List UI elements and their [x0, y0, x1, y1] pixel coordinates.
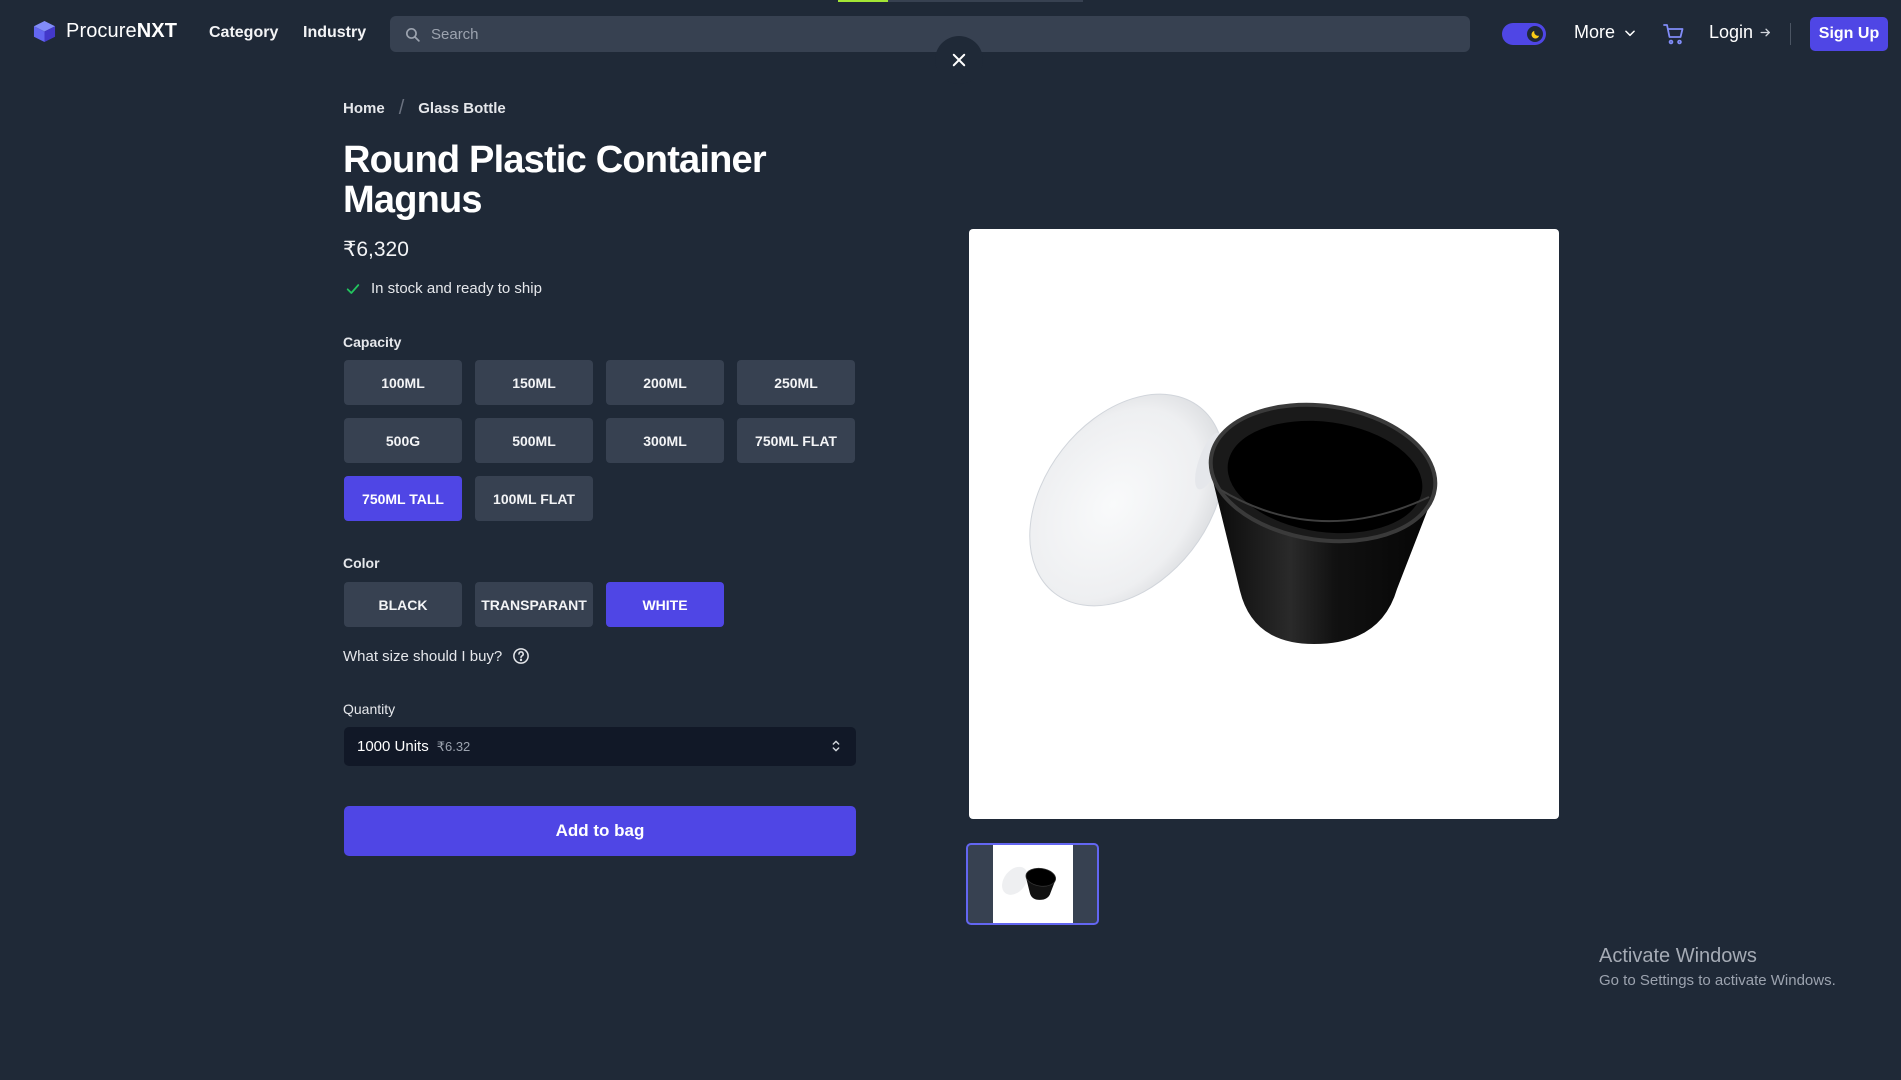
logo-cube-icon: [33, 20, 56, 43]
brand-name: ProcureNXT: [66, 20, 178, 42]
search-icon: [405, 27, 420, 42]
login-link[interactable]: Login: [1709, 22, 1772, 43]
color-label: Color: [343, 555, 380, 571]
color-option-black[interactable]: BLACK: [344, 582, 462, 627]
size-guide-link[interactable]: What size should I buy?: [343, 647, 530, 665]
windows-activation-watermark: Activate Windows Go to Settings to activ…: [1599, 945, 1836, 989]
toggle-knob: [1527, 26, 1543, 42]
capacity-option-100ml[interactable]: 100ML: [344, 360, 462, 405]
search-placeholder: Search: [431, 25, 479, 43]
cart-button[interactable]: [1662, 22, 1686, 51]
add-to-bag-button[interactable]: Add to bag: [344, 806, 856, 856]
brand-logo[interactable]: ProcureNXT: [33, 20, 177, 43]
watermark-title: Activate Windows: [1599, 945, 1757, 967]
color-options: BLACK TRANSPARANT WHITE: [344, 582, 855, 627]
breadcrumb-home[interactable]: Home: [343, 100, 385, 117]
signup-button[interactable]: Sign Up: [1810, 17, 1888, 51]
capacity-option-750ml-flat[interactable]: 750ML FLAT: [737, 418, 855, 463]
product-main-image: [969, 229, 1559, 819]
close-icon: [952, 53, 966, 67]
quantity-select[interactable]: 1000 Units ₹6.32: [344, 727, 856, 766]
quantity-label: Quantity: [343, 701, 396, 717]
check-icon: [346, 283, 360, 294]
stock-status: In stock and ready to ship: [345, 280, 542, 297]
capacity-label: Capacity: [343, 334, 402, 350]
chevron-updown-icon: [832, 740, 840, 752]
thumbnail-image: [993, 845, 1073, 923]
capacity-option-300ml[interactable]: 300ML: [606, 418, 724, 463]
help-circle-icon: [513, 648, 530, 664]
product-title: Round Plastic Container Magnus: [343, 139, 767, 221]
capacity-option-200ml[interactable]: 200ML: [606, 360, 724, 405]
stock-status-text: In stock and ready to ship: [371, 280, 542, 297]
color-option-transparant[interactable]: TRANSPARANT: [475, 582, 593, 627]
capacity-option-150ml[interactable]: 150ML: [475, 360, 593, 405]
product-price: ₹6,320: [343, 238, 409, 261]
product-thumbnail[interactable]: [966, 843, 1099, 925]
capacity-option-750ml-tall[interactable]: 750ML TALL: [344, 476, 462, 521]
search-input[interactable]: Search: [390, 16, 1470, 52]
breadcrumb-separator: /: [398, 97, 405, 119]
color-option-white[interactable]: WHITE: [606, 582, 724, 627]
watermark-subtitle: Go to Settings to activate Windows.: [1599, 972, 1836, 989]
chevron-down-icon: [1625, 29, 1635, 36]
quantity-value: 1000 Units: [357, 738, 429, 755]
capacity-options: 100ML 150ML 200ML 250ML 500G 500ML 300ML…: [344, 360, 855, 521]
size-guide-text: What size should I buy?: [343, 647, 503, 665]
container-illustration: [1029, 393, 1438, 644]
capacity-option-100ml-flat[interactable]: 100ML FLAT: [475, 476, 593, 521]
more-menu-button[interactable]: More: [1574, 22, 1637, 43]
nav-category[interactable]: Category: [209, 24, 278, 42]
capacity-option-500ml[interactable]: 500ML: [475, 418, 593, 463]
breadcrumb-glass-bottle[interactable]: Glass Bottle: [418, 100, 506, 117]
capacity-option-250ml[interactable]: 250ML: [737, 360, 855, 405]
arrow-right-icon: [1760, 28, 1770, 37]
quantity-unit-price: ₹6.32: [436, 738, 471, 754]
capacity-option-500g[interactable]: 500G: [344, 418, 462, 463]
login-label: Login: [1709, 22, 1754, 42]
dark-mode-toggle[interactable]: [1502, 23, 1546, 45]
header-divider: [1790, 23, 1791, 45]
close-button[interactable]: [935, 36, 983, 84]
more-label: More: [1574, 22, 1616, 42]
cart-icon: [1663, 24, 1684, 45]
breadcrumb: Home / Glass Bottle: [343, 97, 506, 120]
moon-icon: [1531, 30, 1539, 38]
nav-industry[interactable]: Industry: [303, 24, 366, 42]
